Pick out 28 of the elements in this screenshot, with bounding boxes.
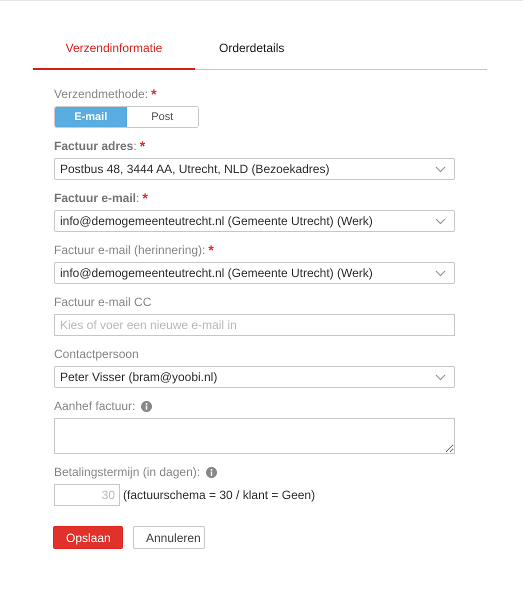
select-field[interactable]: Postbus 48, 3444 AA, Utrecht, NLD (Bezoekadres) — [54, 158, 455, 180]
required-mark: * — [208, 242, 214, 258]
field-label: Contactpersoon — [54, 347, 139, 361]
cancel-button[interactable]: Annuleren — [133, 526, 205, 549]
tab[interactable]: Orderdetails — [195, 30, 308, 70]
select-field[interactable]: info@demogemeenteutrecht.nl (Gemeente Utrecht) (Werk) — [54, 210, 455, 232]
input-field[interactable]: Kies of voer een nieuwe e-mail in — [54, 314, 455, 336]
field-label: Betalingstermijn (in dagen): — [54, 465, 200, 479]
select-field[interactable]: info@demogemeenteutrecht.nl (Gemeente Utrecht) (Werk) — [54, 262, 455, 284]
text-area[interactable] — [54, 418, 455, 454]
chevron-down-icon — [435, 166, 446, 172]
chevron-down-icon — [435, 218, 446, 224]
field-label: Factuur e-mail: — [54, 191, 140, 205]
select-field[interactable]: Peter Visser (bram@yoobi.nl) — [54, 366, 455, 388]
field-label: Aanhef factuur: — [54, 399, 136, 413]
payment-note: (factuurschema = 30 / klant = Geen) — [123, 488, 316, 502]
number-field[interactable]: 30 — [54, 484, 120, 506]
field-label: Factuur adres: — [54, 139, 137, 153]
tab[interactable]: Verzendinformatie — [33, 30, 195, 70]
required-mark: * — [151, 86, 157, 102]
required-mark: * — [142, 190, 148, 206]
field-label: Verzendmethode: — [54, 87, 148, 101]
chevron-down-icon — [435, 270, 446, 276]
chevron-down-icon — [435, 374, 446, 380]
field-label: Factuur e-mail (herinnering): — [54, 243, 206, 257]
required-mark: * — [140, 138, 146, 154]
field-label: Factuur e-mail CC — [54, 295, 152, 309]
save-button[interactable]: Opslaan — [53, 526, 123, 549]
